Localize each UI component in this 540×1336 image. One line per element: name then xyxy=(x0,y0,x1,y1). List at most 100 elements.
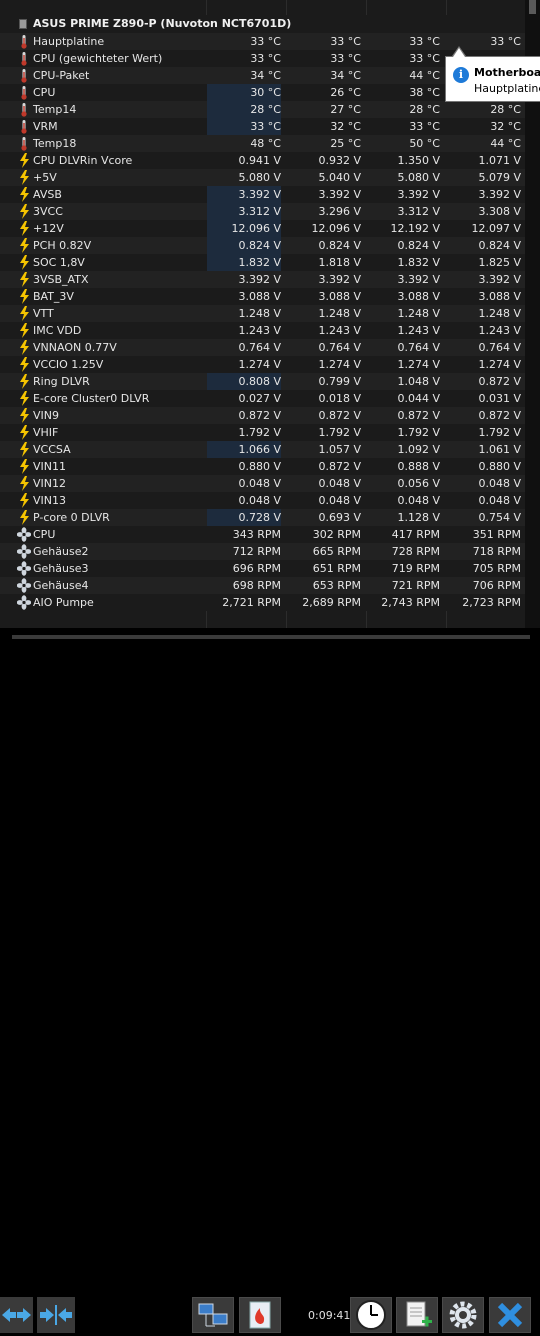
max-value: 33 °C xyxy=(409,52,440,65)
lightning-icon xyxy=(20,476,29,491)
avg-value: 28 °C xyxy=(490,103,521,116)
current-value: 0.880 V xyxy=(238,460,281,473)
avg-value: 32 °C xyxy=(490,120,521,133)
report-button[interactable] xyxy=(239,1297,281,1333)
avg-value: 12.097 V xyxy=(471,222,521,235)
sensor-row[interactable]: VCCSA 1.066 V 1.057 V 1.092 V 1.061 V xyxy=(0,441,525,458)
sensor-label: SOC 1,8V xyxy=(33,256,85,269)
clock-button[interactable] xyxy=(350,1297,392,1333)
avg-value: 0.048 V xyxy=(478,477,521,490)
lightning-icon xyxy=(20,221,29,236)
sensor-row[interactable]: CPU 343 RPM 302 RPM 417 RPM 351 RPM xyxy=(0,526,525,543)
min-value: 0.764 V xyxy=(318,341,361,354)
current-value: 34 °C xyxy=(250,69,281,82)
current-value: 0.872 V xyxy=(238,409,281,422)
clock-icon xyxy=(356,1300,386,1330)
current-value: 0.824 V xyxy=(207,237,281,254)
sensor-row[interactable]: Temp18 48 °C 25 °C 50 °C 44 °C xyxy=(0,135,525,152)
sensor-row[interactable]: Hauptplatine 33 °C 33 °C 33 °C 33 °C xyxy=(0,33,525,50)
sensor-row[interactable]: IMC VDD 1.243 V 1.243 V 1.243 V 1.243 V xyxy=(0,322,525,339)
current-value: 3.392 V xyxy=(238,273,281,286)
sensor-row[interactable]: VCCIO 1.25V 1.274 V 1.274 V 1.274 V 1.274 V xyxy=(0,356,525,373)
sensor-row[interactable]: VIN12 0.048 V 0.048 V 0.056 V 0.048 V xyxy=(0,475,525,492)
max-value: 5.080 V xyxy=(397,171,440,184)
sensor-row[interactable]: AVSB 3.392 V 3.392 V 3.392 V 3.392 V xyxy=(0,186,525,203)
settings-button[interactable] xyxy=(442,1297,484,1333)
sensor-row[interactable]: BAT_3V 3.088 V 3.088 V 3.088 V 3.088 V xyxy=(0,288,525,305)
sensor-row[interactable]: VNNAON 0.77V 0.764 V 0.764 V 0.764 V 0.764 V xyxy=(0,339,525,356)
min-value: 3.088 V xyxy=(318,290,361,303)
thermometer-icon xyxy=(21,86,27,100)
sensor-row[interactable]: VRM 33 °C 32 °C 33 °C 32 °C xyxy=(0,118,525,135)
sensor-row[interactable]: VIN9 0.872 V 0.872 V 0.872 V 0.872 V xyxy=(0,407,525,424)
sensor-row[interactable]: Ring DLVR 0.808 V 0.799 V 1.048 V 0.872 V xyxy=(0,373,525,390)
avg-value: 718 RPM xyxy=(472,545,521,558)
sensor-row[interactable]: 3VCC 3.312 V 3.296 V 3.312 V 3.308 V xyxy=(0,203,525,220)
sensor-row[interactable]: VTT 1.248 V 1.248 V 1.248 V 1.248 V xyxy=(0,305,525,322)
sensor-group-header[interactable]: ASUS PRIME Z890-P (Nuvoton NCT6701D) xyxy=(0,15,525,33)
sensor-row[interactable]: AIO Pumpe 2,721 RPM 2,689 RPM 2,743 RPM 2,72… xyxy=(0,594,525,611)
fan-icon xyxy=(17,527,31,542)
avg-value: 0.754 V xyxy=(478,511,521,524)
min-value: 0.824 V xyxy=(318,239,361,252)
min-value: 0.018 V xyxy=(318,392,361,405)
sensor-row[interactable]: CPU DLVRin Vcore 0.941 V 0.932 V 1.350 V 1.0… xyxy=(0,152,525,169)
sensor-row[interactable]: VHIF 1.792 V 1.792 V 1.792 V 1.792 V xyxy=(0,424,525,441)
min-value: 0.693 V xyxy=(318,511,361,524)
expand-button[interactable] xyxy=(0,1297,33,1333)
min-value: 1.274 V xyxy=(318,358,361,371)
avg-value: 1.825 V xyxy=(478,256,521,269)
sensor-row[interactable]: PCH 0.82V 0.824 V 0.824 V 0.824 V 0.824 V xyxy=(0,237,525,254)
close-button[interactable] xyxy=(489,1297,531,1333)
sensor-row[interactable]: 3VSB_ATX 3.392 V 3.392 V 3.392 V 3.392 V xyxy=(0,271,525,288)
max-value: 721 RPM xyxy=(391,579,440,592)
gear-icon xyxy=(449,1301,477,1329)
avg-value: 3.088 V xyxy=(478,290,521,303)
sensor-row[interactable]: SOC 1,8V 1.832 V 1.818 V 1.832 V 1.825 V xyxy=(0,254,525,271)
min-value: 0.048 V xyxy=(318,477,361,490)
collapse-button[interactable] xyxy=(37,1297,75,1333)
horizontal-scrollbar[interactable] xyxy=(12,635,530,639)
min-value: 1.243 V xyxy=(318,324,361,337)
current-value: 48 °C xyxy=(250,137,281,150)
scrollbar-thumb[interactable] xyxy=(529,0,536,14)
current-value: 5.080 V xyxy=(238,171,281,184)
log-button[interactable] xyxy=(396,1297,438,1333)
sensor-label: AIO Pumpe xyxy=(33,596,94,609)
lightning-icon xyxy=(20,255,29,270)
sensor-label: VNNAON 0.77V xyxy=(33,341,117,354)
min-value: 27 °C xyxy=(330,103,361,116)
min-value: 33 °C xyxy=(330,35,361,48)
info-icon: i xyxy=(453,67,469,83)
max-value: 38 °C xyxy=(409,86,440,99)
expand-arrows-icon xyxy=(2,1308,31,1322)
avg-value: 0.824 V xyxy=(478,239,521,252)
current-value: 0.048 V xyxy=(238,477,281,490)
sensor-row[interactable]: E-core Cluster0 DLVR 0.027 V 0.018 V 0.044 … xyxy=(0,390,525,407)
sensor-row[interactable]: Temp14 28 °C 27 °C 28 °C 28 °C xyxy=(0,101,525,118)
sensor-row[interactable]: VIN11 0.880 V 0.872 V 0.888 V 0.880 V xyxy=(0,458,525,475)
thermometer-icon xyxy=(21,69,27,83)
min-value: 302 RPM xyxy=(312,528,361,541)
max-value: 3.088 V xyxy=(397,290,440,303)
max-value: 0.872 V xyxy=(397,409,440,422)
min-value: 3.392 V xyxy=(318,273,361,286)
sensor-label: VCCSA xyxy=(33,443,71,456)
sensor-label: VIN9 xyxy=(33,409,59,422)
network-button[interactable] xyxy=(192,1297,234,1333)
max-value: 1.048 V xyxy=(397,375,440,388)
avg-value: 44 °C xyxy=(490,137,521,150)
sensor-row[interactable]: Gehäuse3 696 RPM 651 RPM 719 RPM 705 RPM xyxy=(0,560,525,577)
current-value: 696 RPM xyxy=(232,562,281,575)
sensor-row[interactable]: Gehäuse2 712 RPM 665 RPM 728 RPM 718 RPM xyxy=(0,543,525,560)
sensor-row[interactable]: P-core 0 DLVR 0.728 V 0.693 V 1.128 V 0.754 … xyxy=(0,509,525,526)
sensor-row[interactable]: +12V 12.096 V 12.096 V 12.192 V 12.097 V xyxy=(0,220,525,237)
sensor-row[interactable]: VIN13 0.048 V 0.048 V 0.048 V 0.048 V xyxy=(0,492,525,509)
sensor-row[interactable]: +5V 5.080 V 5.040 V 5.080 V 5.079 V xyxy=(0,169,525,186)
lightning-icon xyxy=(20,204,29,219)
avg-value: 5.079 V xyxy=(478,171,521,184)
max-value: 1.243 V xyxy=(397,324,440,337)
max-value: 0.044 V xyxy=(397,392,440,405)
sensor-label: Gehäuse2 xyxy=(33,545,89,558)
sensor-row[interactable]: Gehäuse4 698 RPM 653 RPM 721 RPM 706 RPM xyxy=(0,577,525,594)
